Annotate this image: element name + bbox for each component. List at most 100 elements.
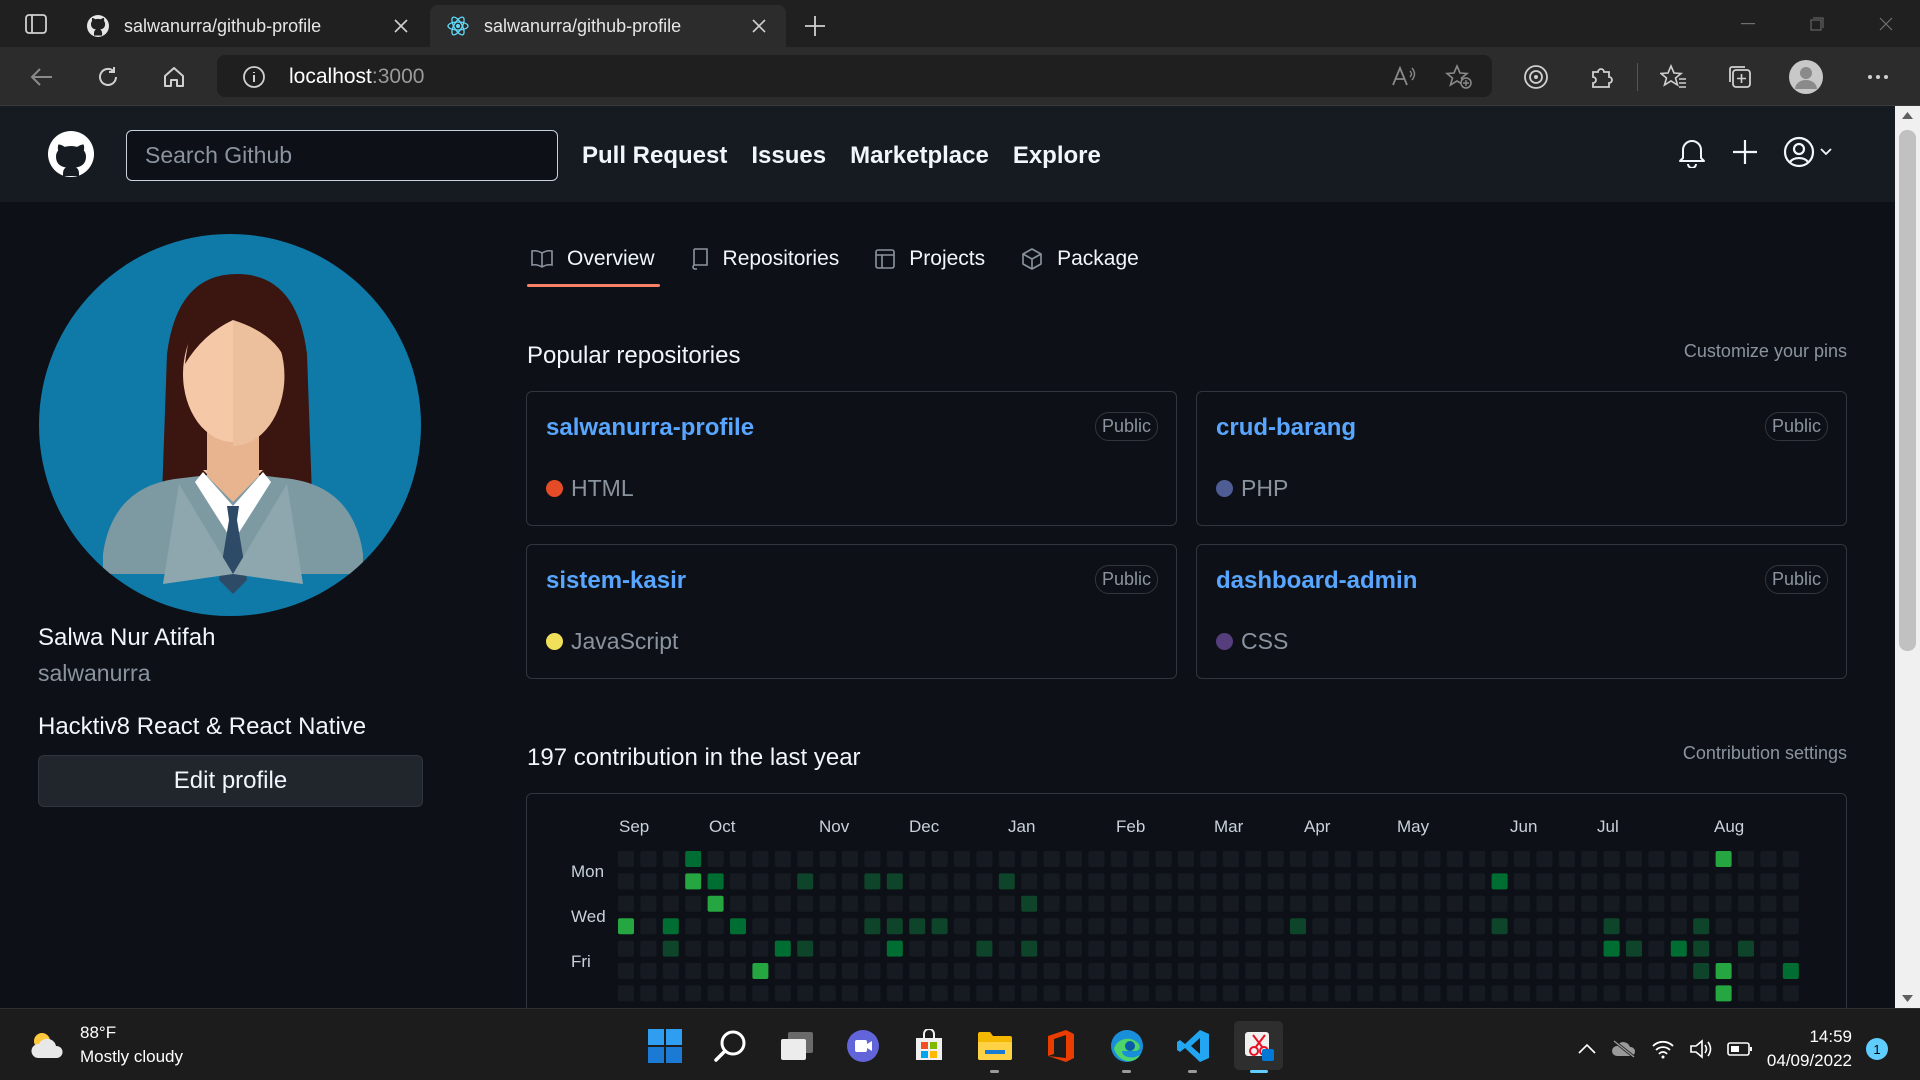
contribution-cell[interactable] xyxy=(1603,851,1620,867)
contribution-cell[interactable] xyxy=(909,851,926,867)
contribution-cell[interactable] xyxy=(1312,985,1329,1002)
contribution-cell[interactable] xyxy=(1357,940,1374,957)
contribution-cell[interactable] xyxy=(797,918,814,935)
contribution-cell[interactable] xyxy=(842,985,858,1002)
contribution-cell[interactable] xyxy=(618,895,634,912)
contribution-cell[interactable] xyxy=(998,963,1015,979)
repo-name[interactable]: sistem-kasir xyxy=(546,567,686,595)
page-scrollbar[interactable] xyxy=(1895,106,1920,1008)
contribution-cell[interactable] xyxy=(1626,963,1642,979)
contribution-cell[interactable] xyxy=(707,940,724,957)
contribution-cell[interactable] xyxy=(1267,963,1284,979)
info-icon[interactable] xyxy=(242,65,266,89)
contribution-cell[interactable] xyxy=(819,918,836,935)
contribution-cell[interactable] xyxy=(1446,918,1463,935)
contribution-cell[interactable] xyxy=(1043,895,1060,912)
contribution-cell[interactable] xyxy=(707,895,724,912)
contribution-cell[interactable] xyxy=(1715,918,1732,935)
contribution-cell[interactable] xyxy=(1715,895,1732,912)
scroll-thumb[interactable] xyxy=(1899,130,1916,651)
contribution-cell[interactable] xyxy=(1357,851,1374,867)
contribution-cell[interactable] xyxy=(1267,851,1284,867)
contribution-cell[interactable] xyxy=(842,895,858,912)
contribution-cell[interactable] xyxy=(1066,963,1082,979)
contribution-cell[interactable] xyxy=(998,985,1015,1002)
contribution-cell[interactable] xyxy=(1155,851,1172,867)
contribution-cell[interactable] xyxy=(1536,918,1553,935)
contribution-cell[interactable] xyxy=(886,963,903,979)
home-button[interactable] xyxy=(157,60,191,94)
contribution-cell[interactable] xyxy=(774,918,791,935)
nav-issues[interactable]: Issues xyxy=(751,142,826,170)
contribution-cell[interactable] xyxy=(1693,985,1710,1002)
contribution-cell[interactable] xyxy=(730,895,746,912)
contribution-cell[interactable] xyxy=(1738,895,1754,912)
contribution-cell[interactable] xyxy=(1491,985,1508,1002)
contribution-cell[interactable] xyxy=(1155,895,1172,912)
contribution-cell[interactable] xyxy=(730,873,746,890)
contribution-cell[interactable] xyxy=(774,940,791,957)
contribution-cell[interactable] xyxy=(640,895,657,912)
contribution-cell[interactable] xyxy=(797,895,814,912)
contribution-cell[interactable] xyxy=(909,895,926,912)
close-window-button[interactable] xyxy=(1851,0,1920,47)
collections-button[interactable] xyxy=(1723,60,1757,94)
contribution-cell[interactable] xyxy=(1066,918,1082,935)
contribution-cell[interactable] xyxy=(1626,851,1642,867)
contribution-cell[interactable] xyxy=(954,963,970,979)
contribution-cell[interactable] xyxy=(1222,895,1239,912)
contribution-cell[interactable] xyxy=(640,873,657,890)
contribution-cell[interactable] xyxy=(1133,873,1150,890)
contribution-cell[interactable] xyxy=(976,851,993,867)
contribution-cell[interactable] xyxy=(1760,940,1777,957)
contribution-cell[interactable] xyxy=(1603,940,1620,957)
contribution-cell[interactable] xyxy=(1290,918,1306,935)
contribution-cell[interactable] xyxy=(1357,918,1374,935)
contribution-cell[interactable] xyxy=(819,985,836,1002)
contribution-cell[interactable] xyxy=(954,851,970,867)
contribution-cell[interactable] xyxy=(1222,851,1239,867)
contribution-cell[interactable] xyxy=(1603,873,1620,890)
contribution-cell[interactable] xyxy=(1558,873,1575,890)
contribution-cell[interactable] xyxy=(1424,851,1441,867)
scroll-up-icon[interactable] xyxy=(1902,112,1913,119)
contribution-cell[interactable] xyxy=(819,895,836,912)
contribution-cell[interactable] xyxy=(707,985,724,1002)
chat-app[interactable] xyxy=(838,1021,887,1070)
contribution-cell[interactable] xyxy=(1290,873,1306,890)
contribution-cell[interactable] xyxy=(1066,873,1082,890)
contribution-cell[interactable] xyxy=(1536,895,1553,912)
contribution-cell[interactable] xyxy=(1312,918,1329,935)
contribution-cell[interactable] xyxy=(1514,918,1530,935)
contribution-cell[interactable] xyxy=(1581,851,1598,867)
contribution-cell[interactable] xyxy=(909,940,926,957)
contribution-cell[interactable] xyxy=(685,985,702,1002)
contribution-cell[interactable] xyxy=(618,963,634,979)
contribution-cell[interactable] xyxy=(1155,918,1172,935)
contribution-cell[interactable] xyxy=(1402,963,1418,979)
contribution-cell[interactable] xyxy=(1424,985,1441,1002)
contribution-cell[interactable] xyxy=(954,895,970,912)
contribution-cell[interactable] xyxy=(1424,895,1441,912)
contribution-cell[interactable] xyxy=(931,918,948,935)
contribution-cell[interactable] xyxy=(752,873,769,890)
contribution-cell[interactable] xyxy=(886,873,903,890)
contribution-cell[interactable] xyxy=(976,940,993,957)
contribution-cell[interactable] xyxy=(1267,918,1284,935)
contribution-cell[interactable] xyxy=(1760,873,1777,890)
contribution-cell[interactable] xyxy=(1536,873,1553,890)
contribution-cell[interactable] xyxy=(1357,873,1374,890)
contribution-cell[interactable] xyxy=(1491,851,1508,867)
contribution-cell[interactable] xyxy=(976,873,993,890)
contribution-cell[interactable] xyxy=(1178,918,1194,935)
contribution-cell[interactable] xyxy=(1536,851,1553,867)
contribution-cell[interactable] xyxy=(1222,963,1239,979)
wifi-icon[interactable] xyxy=(1651,1039,1675,1059)
contribution-cell[interactable] xyxy=(1648,873,1665,890)
contribution-cell[interactable] xyxy=(954,985,970,1002)
contribution-cell[interactable] xyxy=(662,895,679,912)
contribution-cell[interactable] xyxy=(1155,940,1172,957)
contribution-cell[interactable] xyxy=(1760,895,1777,912)
contribution-cell[interactable] xyxy=(618,940,634,957)
contribution-cell[interactable] xyxy=(864,918,881,935)
